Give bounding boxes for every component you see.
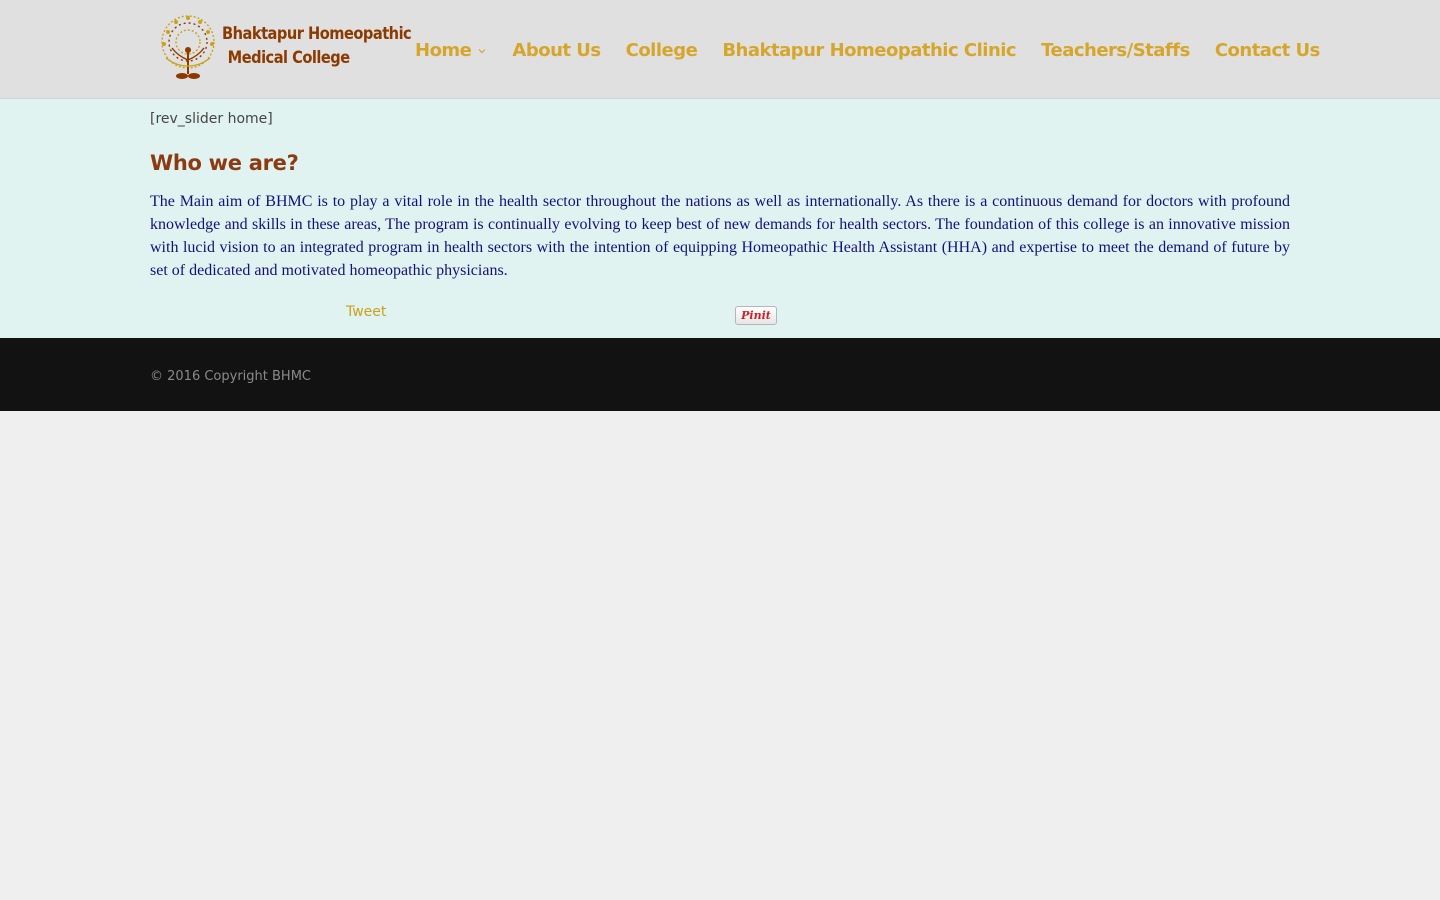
nav-item-label: Teachers/Staffs: [1041, 39, 1190, 61]
nav-item-contact-us[interactable]: Contact Us: [1214, 39, 1321, 61]
nav-item-label: Bhaktapur Homeopathic Clinic: [722, 39, 1017, 61]
about-paragraph: The Main aim of BHMC is to play a vital …: [150, 193, 1290, 279]
chevron-down-icon: [478, 49, 486, 54]
logo-line-2: Medical College: [227, 48, 350, 68]
nav-item-college[interactable]: College: [626, 40, 698, 61]
site-logo[interactable]: Bhaktapur Homeopathic Medical College: [152, 12, 412, 84]
nav-item-home[interactable]: Home: [415, 40, 487, 61]
nav-item-about-us[interactable]: About Us: [512, 39, 601, 61]
nav-item-label: Contact Us: [1214, 39, 1321, 61]
slider-shortcode: [rev_slider home]: [150, 111, 273, 127]
site-header: Bhaktapur Homeopathic Medical College Ho…: [0, 0, 1440, 99]
main-content: [rev_slider home] Who we are? The Main a…: [0, 99, 1440, 338]
pinit-button[interactable]: Pinit: [735, 306, 777, 325]
logo-line-1: Bhaktapur Homeopathic: [222, 24, 412, 44]
main-nav: Home About Us College Bhaktapur Homeopat…: [415, 38, 1320, 62]
nav-item-label: Home: [415, 39, 472, 61]
nav-item-label: College: [625, 39, 698, 61]
nav-item-clinic[interactable]: Bhaktapur Homeopathic Clinic: [722, 40, 1016, 61]
tweet-button[interactable]: Tweet: [346, 304, 386, 320]
nav-item-label: About Us: [512, 39, 601, 61]
nav-item-teachers-staffs[interactable]: Teachers/Staffs: [1041, 40, 1190, 61]
copyright-text: © 2016 Copyright BHMC: [150, 369, 311, 384]
logo-wordmark: Bhaktapur Homeopathic Medical College: [222, 22, 412, 70]
tree-icon: [161, 15, 215, 79]
site-footer: © 2016 Copyright BHMC: [0, 338, 1440, 411]
section-heading: Who we are?: [150, 151, 299, 175]
